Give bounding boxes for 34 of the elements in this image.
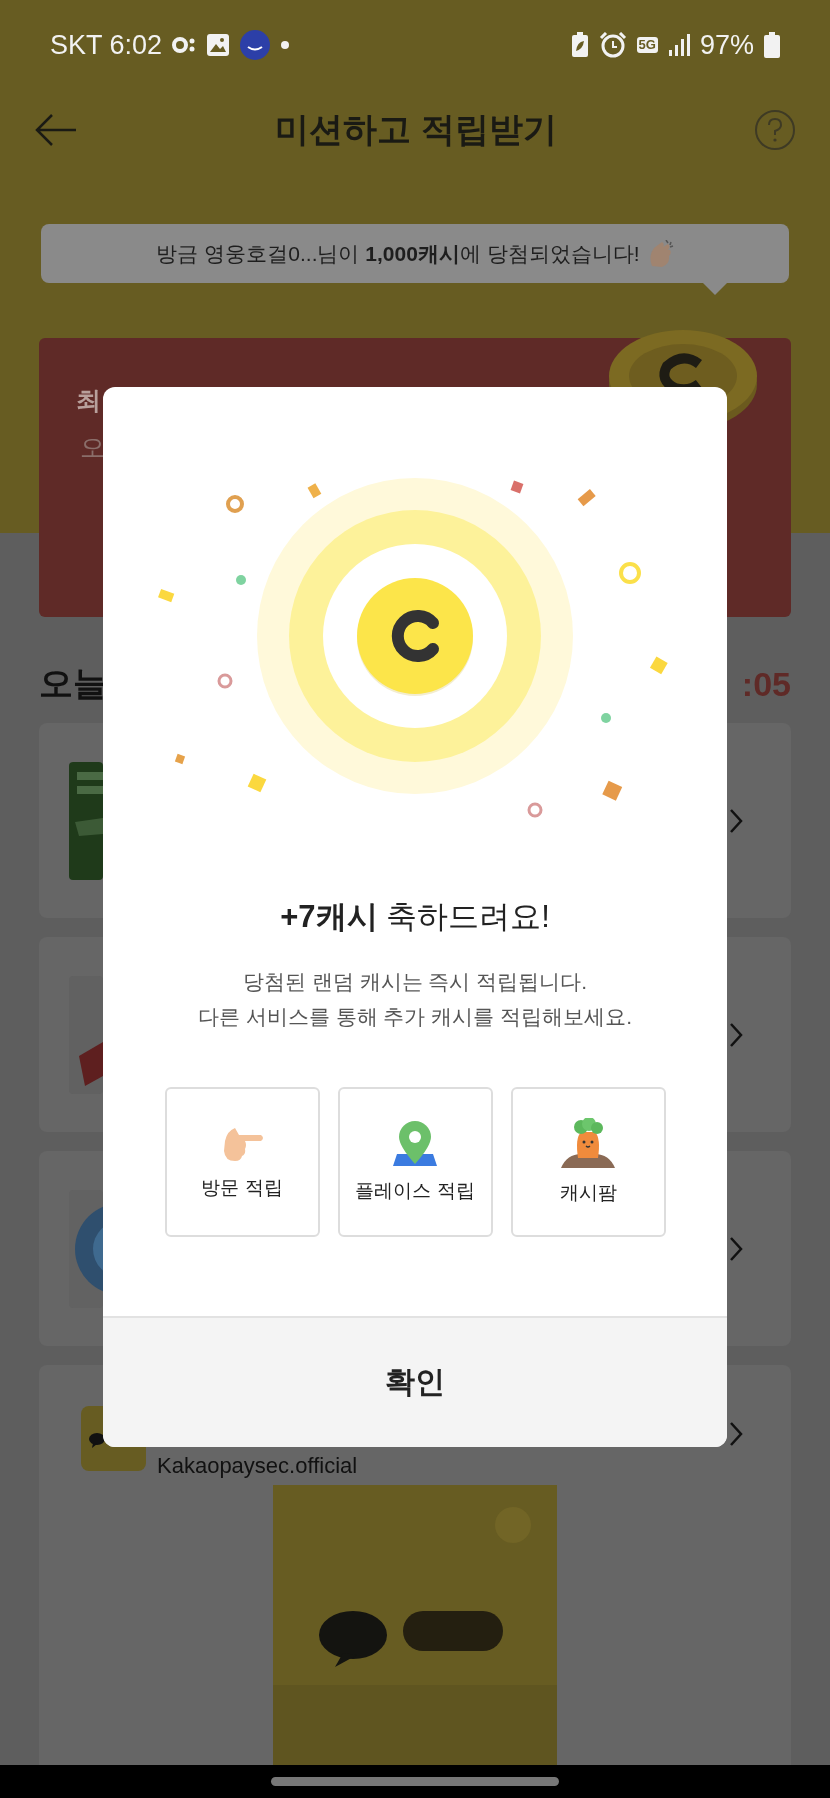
page-title: 미션하고 적립받기	[274, 109, 558, 150]
chevron-icon	[729, 1021, 743, 1048]
gallery-icon	[206, 33, 231, 57]
battery-icon	[764, 32, 780, 58]
service-button[interactable]: 방문 적립	[164, 1087, 320, 1237]
banner-subtitle: 오	[80, 432, 105, 463]
chevron-icon	[729, 807, 743, 834]
network-label: 5G	[636, 37, 658, 53]
clapping-hands-icon	[647, 239, 674, 268]
battery-saver-icon	[570, 32, 589, 58]
home-indicator[interactable]	[271, 1777, 559, 1786]
countdown-timer: :05	[741, 664, 791, 704]
ticker-text: 방금 영웅호걸0...님이 1,000캐시에 당첨되었습니다!	[156, 240, 640, 267]
app-icon	[240, 30, 271, 60]
banner-title: 최	[76, 385, 101, 416]
dialog-description: 당첨된 랜덤 캐시는 즉시 적립됩니다. 다른 서비스를 통해 추가 캐시를 적립해보세요.	[198, 969, 632, 1030]
chevron-icon	[729, 1235, 743, 1262]
back-icon[interactable]	[34, 113, 78, 147]
map-pin-icon	[393, 1120, 437, 1168]
status-text: SKT 6:02	[50, 29, 163, 61]
account-name: Kakaopaysec.official	[157, 1453, 358, 1479]
help-icon[interactable]	[754, 109, 796, 151]
alarm-icon	[598, 32, 627, 58]
service-button[interactable]: 플레이스 적립	[337, 1087, 493, 1237]
carrot-icon	[561, 1118, 615, 1170]
dot-icon	[280, 40, 291, 50]
notification-icon	[172, 36, 197, 54]
section-title: 오늘	[39, 663, 107, 704]
confirm-button[interactable]: 확인	[103, 1316, 727, 1447]
dialog-title: +7캐시 축하드려요!	[280, 898, 550, 936]
chevron-icon	[729, 1421, 743, 1447]
battery-level: 97%	[699, 29, 754, 61]
service-button[interactable]: 캐시팜	[510, 1087, 666, 1237]
signal-icon	[667, 33, 690, 57]
